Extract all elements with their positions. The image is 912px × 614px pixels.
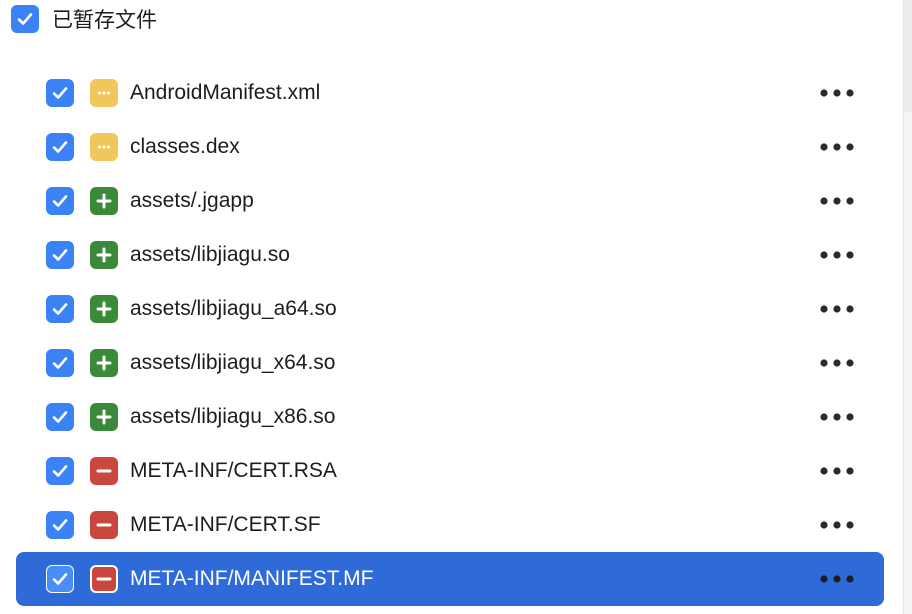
more-actions-button[interactable]: [814, 240, 860, 270]
file-name: AndroidManifest.xml: [130, 81, 321, 104]
scrollbar[interactable]: [903, 0, 912, 614]
file-row[interactable]: META-INF/CERT.RSA: [0, 444, 900, 498]
ellipsis-icon: [820, 197, 854, 205]
checkmark-icon: [52, 141, 68, 153]
file-checkbox[interactable]: [46, 187, 74, 215]
more-actions-button[interactable]: [814, 78, 860, 108]
file-row[interactable]: assets/libjiagu_x86.so: [0, 390, 900, 444]
staged-files-label: 已暂存文件: [52, 8, 157, 32]
file-name: assets/libjiagu.so: [130, 243, 290, 266]
scrollbar-thumb[interactable]: [904, 0, 912, 112]
file-checkbox[interactable]: [46, 457, 74, 485]
more-actions-button[interactable]: [814, 132, 860, 162]
file-row[interactable]: META-INF/MANIFEST.MF: [0, 552, 900, 606]
ellipsis-icon: [820, 413, 854, 421]
deleted-status-icon: [90, 565, 118, 593]
file-checkbox[interactable]: [46, 295, 74, 323]
more-actions-button[interactable]: [814, 564, 860, 594]
file-row[interactable]: assets/libjiagu_a64.so: [0, 282, 900, 336]
checkmark-icon: [52, 303, 68, 315]
checkmark-icon: [52, 519, 68, 531]
more-actions-button[interactable]: [814, 294, 860, 324]
modified-status-icon: [90, 133, 118, 161]
ellipsis-icon: [820, 89, 854, 97]
checkmark-icon: [52, 357, 68, 369]
checkmark-icon: [52, 411, 68, 423]
deleted-status-icon: [90, 511, 118, 539]
file-checkbox[interactable]: [46, 565, 74, 593]
file-name: assets/.jgapp: [130, 189, 254, 212]
staged-file-list: AndroidManifest.xml classes.dex assets/.…: [0, 66, 900, 606]
ellipsis-icon: [820, 305, 854, 313]
more-actions-button[interactable]: [814, 348, 860, 378]
added-status-icon: [90, 187, 118, 215]
ellipsis-icon: [820, 521, 854, 529]
checkmark-icon: [52, 195, 68, 207]
file-name: META-INF/CERT.RSA: [130, 459, 337, 482]
checkmark-icon: [52, 249, 68, 261]
file-name: META-INF/CERT.SF: [130, 513, 321, 536]
staged-files-checkbox[interactable]: [11, 5, 39, 33]
file-row[interactable]: AndroidManifest.xml: [0, 66, 900, 120]
file-row[interactable]: assets/libjiagu_x64.so: [0, 336, 900, 390]
file-name: META-INF/MANIFEST.MF: [130, 567, 374, 590]
checkmark-icon: [52, 87, 68, 99]
added-status-icon: [90, 241, 118, 269]
checkmark-icon: [52, 573, 68, 585]
file-row[interactable]: META-INF/CERT.SF: [0, 498, 900, 552]
ellipsis-icon: [820, 575, 854, 583]
more-actions-button[interactable]: [814, 456, 860, 486]
staged-files-header: 已暂存文件: [0, 0, 900, 38]
file-checkbox[interactable]: [46, 133, 74, 161]
file-checkbox[interactable]: [46, 511, 74, 539]
file-row[interactable]: assets/.jgapp: [0, 174, 900, 228]
file-checkbox[interactable]: [46, 403, 74, 431]
ellipsis-icon: [820, 359, 854, 367]
deleted-status-icon: [90, 457, 118, 485]
modified-status-icon: [90, 79, 118, 107]
file-name: assets/libjiagu_a64.so: [130, 297, 337, 320]
added-status-icon: [90, 295, 118, 323]
more-actions-button[interactable]: [814, 402, 860, 432]
ellipsis-icon: [820, 467, 854, 475]
checkmark-icon: [52, 465, 68, 477]
file-name: classes.dex: [130, 135, 240, 158]
file-checkbox[interactable]: [46, 349, 74, 377]
file-name: assets/libjiagu_x64.so: [130, 351, 336, 374]
ellipsis-icon: [820, 143, 854, 151]
file-checkbox[interactable]: [46, 241, 74, 269]
file-row[interactable]: classes.dex: [0, 120, 900, 174]
more-actions-button[interactable]: [814, 186, 860, 216]
added-status-icon: [90, 349, 118, 377]
file-row[interactable]: assets/libjiagu.so: [0, 228, 900, 282]
ellipsis-icon: [820, 251, 854, 259]
file-checkbox[interactable]: [46, 79, 74, 107]
added-status-icon: [90, 403, 118, 431]
file-name: assets/libjiagu_x86.so: [130, 405, 336, 428]
more-actions-button[interactable]: [814, 510, 860, 540]
checkmark-icon: [17, 13, 33, 25]
